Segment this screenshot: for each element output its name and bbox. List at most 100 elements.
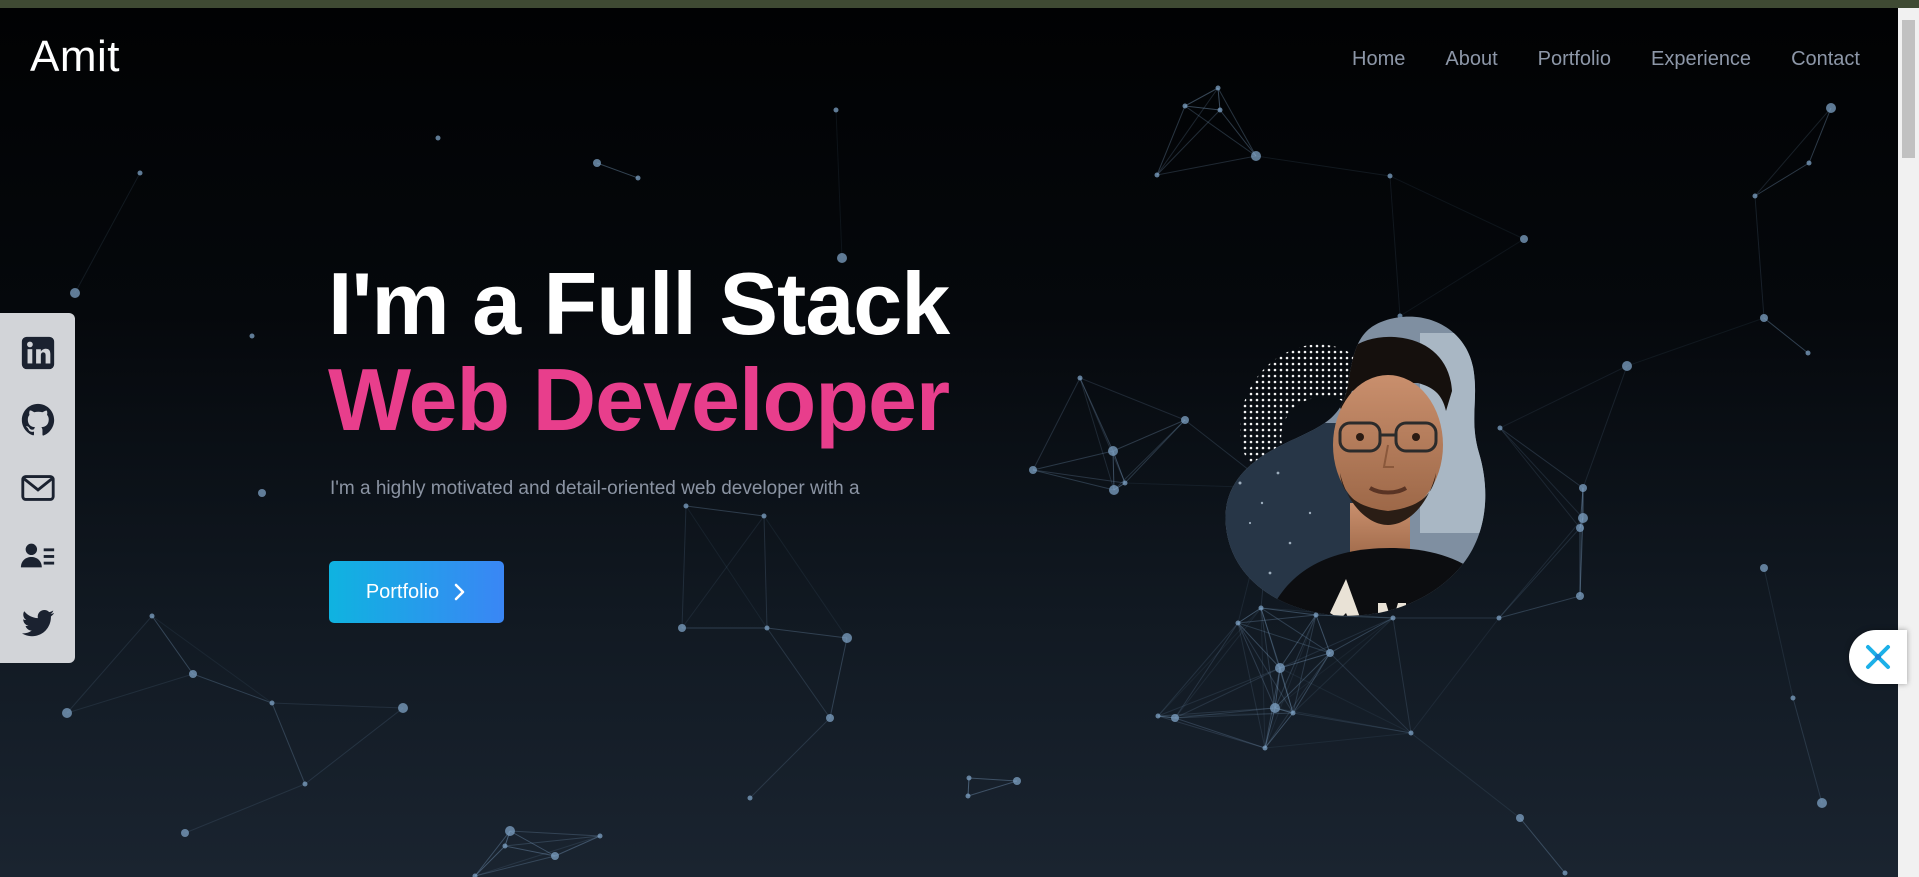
particle-node — [1122, 480, 1128, 486]
browser-top-strip — [0, 0, 1919, 8]
particle-link — [504, 845, 556, 857]
particle-link — [1112, 419, 1186, 452]
particle-link — [596, 162, 639, 179]
particle-node — [965, 793, 971, 799]
floating-widget-button[interactable] — [1849, 630, 1907, 684]
particle-link — [1410, 732, 1521, 819]
particle-link — [474, 835, 601, 877]
particle-node — [1826, 103, 1836, 113]
particle-node — [764, 625, 770, 631]
twitter-link[interactable] — [16, 601, 60, 645]
particle-link — [829, 637, 848, 719]
particle-link — [66, 615, 153, 714]
particle-link — [1808, 107, 1832, 164]
github-link[interactable] — [16, 398, 60, 442]
particle-node — [1270, 703, 1280, 713]
particle-node — [747, 795, 753, 801]
particle-node — [1215, 85, 1221, 91]
particle-node — [302, 781, 308, 787]
particle-node — [826, 714, 834, 722]
particle-node — [505, 826, 515, 836]
particle-node — [1154, 172, 1160, 178]
particle-node — [1109, 485, 1119, 495]
particle-node — [502, 843, 508, 849]
particle-node — [551, 852, 559, 860]
nav-home[interactable]: Home — [1352, 48, 1405, 71]
close-x-icon — [1866, 645, 1890, 669]
particle-node — [1387, 173, 1393, 179]
mail-icon — [20, 475, 55, 501]
particle-node — [1817, 798, 1827, 808]
particle-link — [192, 673, 273, 704]
particle-node — [1516, 814, 1524, 822]
particle-link — [763, 515, 768, 629]
particle-node — [1760, 564, 1768, 572]
particle-link — [1255, 155, 1391, 177]
scrollbar-thumb[interactable] — [1902, 20, 1915, 158]
particle-node — [70, 288, 80, 298]
particle-node — [842, 633, 852, 643]
particle-node — [1171, 714, 1179, 722]
particle-link — [1156, 155, 1257, 176]
particle-link — [1519, 817, 1566, 874]
particle-node — [1155, 713, 1161, 719]
particle-node — [683, 503, 689, 509]
particle-node — [398, 703, 408, 713]
particle-link — [509, 830, 601, 837]
nav-about[interactable]: About — [1445, 48, 1497, 71]
particle-node — [1790, 695, 1796, 701]
particle-link — [1156, 87, 1219, 176]
particle-link — [1279, 667, 1412, 734]
particle-node — [1752, 193, 1758, 199]
particle-node — [1622, 361, 1632, 371]
nav-portfolio[interactable]: Portfolio — [1538, 48, 1611, 71]
particle-node — [678, 624, 686, 632]
particle-node — [1029, 466, 1037, 474]
particle-link — [967, 777, 970, 797]
particle-link — [1184, 105, 1257, 157]
brand-logo[interactable]: Amit — [30, 32, 120, 82]
particle-link — [1113, 419, 1186, 491]
linkedin-link[interactable] — [16, 331, 60, 375]
particle-link — [1217, 87, 1257, 157]
particle-node — [249, 333, 255, 339]
particle-link — [1174, 707, 1276, 719]
particle-link — [681, 505, 687, 629]
particle-node — [269, 700, 275, 706]
particle-link — [1264, 652, 1331, 749]
particle-node — [435, 135, 441, 141]
particle-node — [189, 670, 197, 678]
social-sidebar — [0, 313, 75, 663]
particle-node — [761, 513, 767, 519]
particle-node — [597, 833, 603, 839]
particle-node — [1217, 107, 1223, 113]
page-scrollbar[interactable] — [1898, 8, 1919, 877]
particle-link — [685, 505, 765, 517]
particle-link — [967, 780, 1018, 797]
particle-node — [1290, 710, 1296, 716]
nav-contact[interactable]: Contact — [1791, 48, 1860, 71]
particle-node — [635, 175, 641, 181]
resume-link[interactable] — [16, 534, 60, 578]
portfolio-button[interactable]: Portfolio — [329, 561, 504, 623]
particle-node — [1251, 151, 1261, 161]
portfolio-button-label: Portfolio — [365, 580, 440, 603]
particle-link — [1156, 109, 1221, 176]
particle-node — [1275, 663, 1285, 673]
particle-link — [74, 172, 141, 294]
particle-link — [271, 702, 306, 785]
particle-link — [1219, 109, 1257, 157]
email-link[interactable] — [16, 466, 60, 510]
particle-link — [151, 615, 273, 704]
particle-link — [66, 673, 194, 714]
particle-link — [151, 615, 194, 675]
particle-node — [258, 489, 266, 497]
particle-node — [181, 829, 189, 837]
particle-node — [1579, 484, 1587, 492]
particle-link — [554, 835, 601, 857]
particle-link — [474, 855, 556, 877]
nav-experience[interactable]: Experience — [1651, 48, 1751, 71]
particle-link — [1032, 450, 1114, 471]
github-icon — [21, 404, 54, 436]
particle-node — [1108, 446, 1118, 456]
